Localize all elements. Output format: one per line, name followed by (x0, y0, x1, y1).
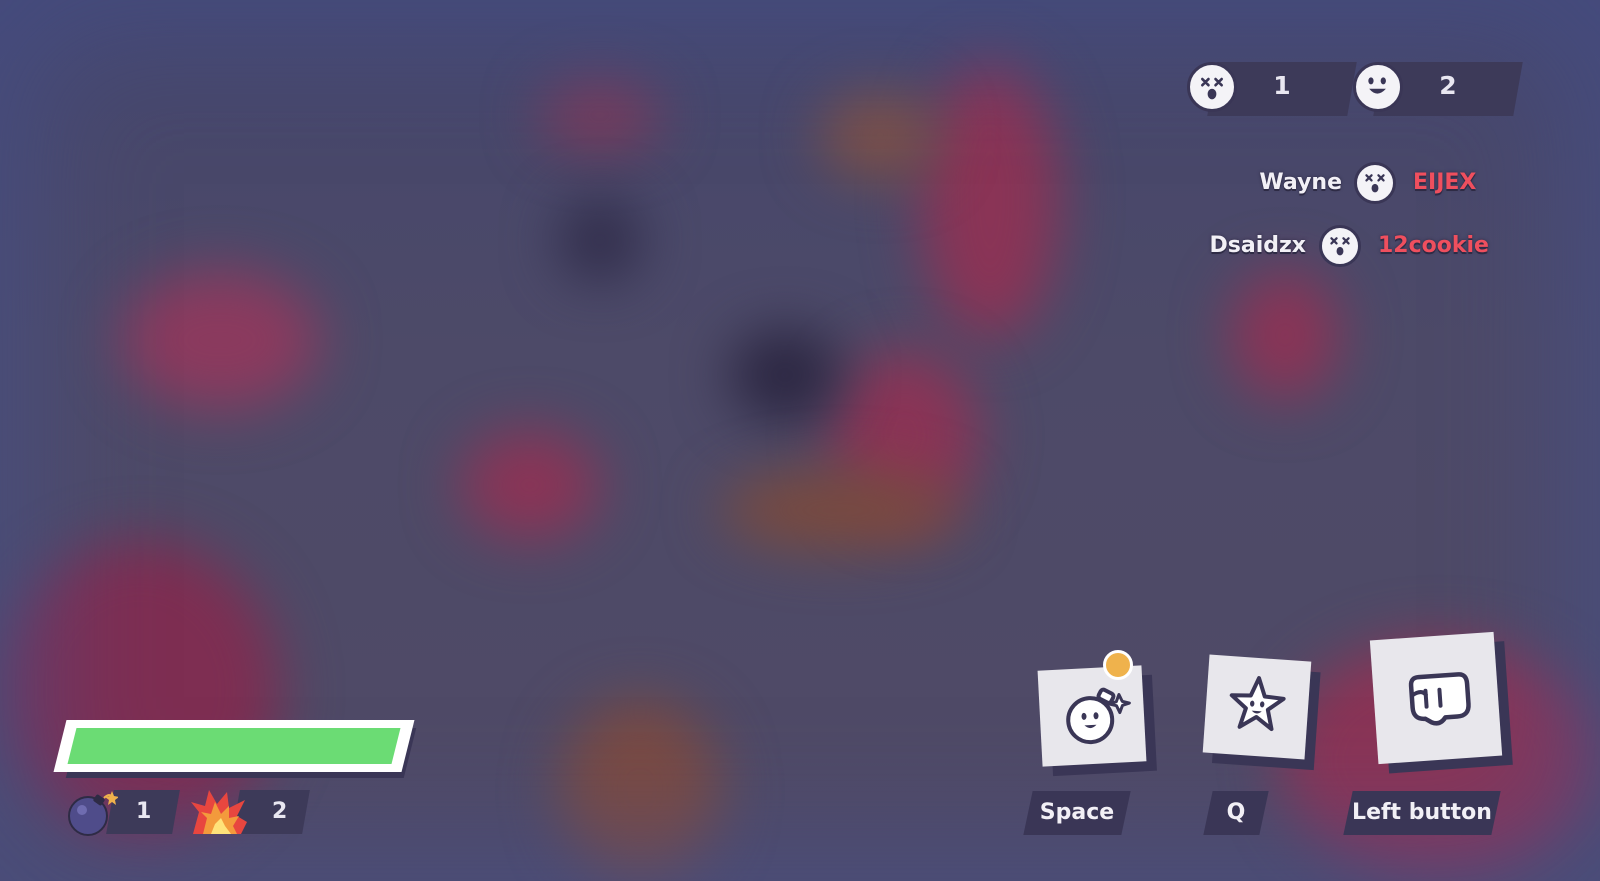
ability-punch-button[interactable] (1369, 631, 1503, 765)
blast-count: 2 (272, 799, 288, 824)
ability-bomb-button[interactable] (1037, 665, 1147, 767)
killfeed-victim-2: 12cookie (1378, 233, 1489, 258)
team-b-score: 2 (1439, 71, 1457, 100)
dead-face-icon (1187, 62, 1237, 112)
dead-face-icon (1319, 225, 1361, 267)
keylabel-left-button: Left button (1352, 800, 1492, 825)
happy-face-icon (1353, 62, 1403, 112)
ability-star-button[interactable] (1202, 654, 1312, 760)
killfeed-victim-1: EIJEX (1413, 170, 1477, 195)
dead-face-icon (1354, 162, 1396, 204)
explosion-icon (189, 788, 249, 836)
killfeed-killer-1: Wayne (1259, 170, 1342, 195)
keylabel-q: Q (1226, 800, 1246, 825)
keylabel-space: Space (1039, 800, 1115, 825)
team-a-score: 1 (1273, 71, 1291, 100)
bomb-count: 1 (136, 799, 152, 824)
bomb-icon (66, 788, 119, 838)
health-bar-fill (67, 728, 401, 764)
killfeed-killer-2: Dsaidzx (1209, 233, 1307, 258)
ability-ready-indicator (1103, 650, 1133, 680)
